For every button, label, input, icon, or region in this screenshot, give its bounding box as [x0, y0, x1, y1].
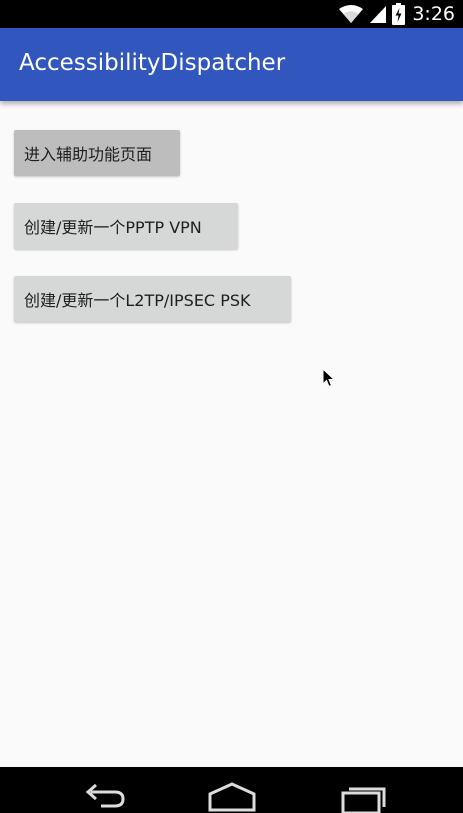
back-icon[interactable] — [77, 781, 127, 813]
action-bar: AccessibilityDispatcher — [0, 28, 463, 101]
wifi-icon — [339, 5, 364, 23]
status-time: 3:26 — [412, 3, 455, 25]
enter-accessibility-settings-button[interactable]: 进入辅助功能页面 — [14, 130, 180, 176]
status-bar: 3:26 — [0, 0, 463, 28]
signal-icon — [370, 6, 387, 23]
navigation-bar — [0, 767, 463, 813]
mouse-pointer-icon — [322, 368, 336, 388]
create-update-pptp-vpn-button[interactable]: 创建/更新一个PPTP VPN — [14, 203, 238, 249]
app-title: AccessibilityDispatcher — [19, 50, 286, 76]
home-icon[interactable] — [207, 781, 257, 813]
recents-icon[interactable] — [339, 781, 389, 813]
battery-charging-icon — [392, 3, 406, 25]
main-content: 进入辅助功能页面 创建/更新一个PPTP VPN 创建/更新一个L2TP/IPS… — [0, 101, 463, 767]
status-icons: 3:26 — [338, 0, 455, 28]
create-update-l2tp-ipsec-psk-button[interactable]: 创建/更新一个L2TP/IPSEC PSK — [14, 276, 291, 322]
